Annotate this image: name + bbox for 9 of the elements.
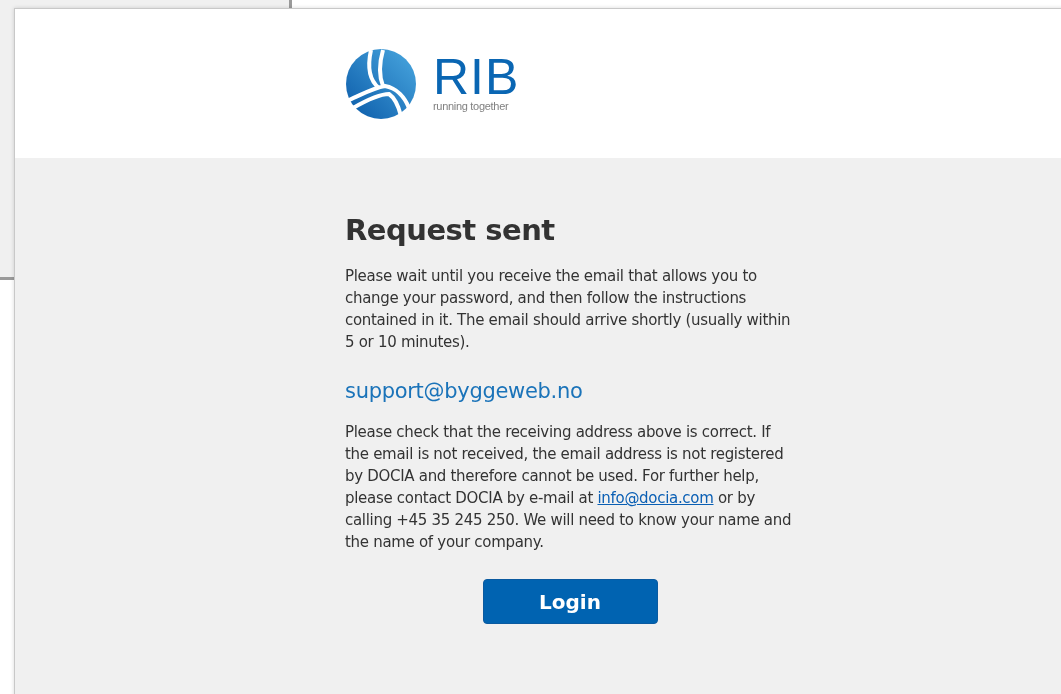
- email-link[interactable]: info@docia.com: [597, 489, 714, 507]
- page-title: Request sent: [345, 213, 556, 247]
- brand-tagline: running together: [433, 100, 510, 112]
- email-address: support@byggeweb.no: [345, 379, 584, 403]
- intro-text: Please wait until you receive the email that allows you to change your password, and then follow the instructions contained in it. The email should arrive shortly (usually within 5 or 10 minutes).: [345, 266, 792, 353]
- globe-logo-icon: [345, 47, 417, 120]
- help-text: Please check that the receiving address above is correct. If the email is not received, the email address is not registered by DOCIA and therefore cannot be used. For further help, please contact DOCIA by e-mail at info@docia.com or by calling +45 35 245 250. We will need to know your name and the name of your company.: [345, 422, 793, 553]
- login-button[interactable]: Login: [482, 579, 658, 624]
- brand-name: RIB: [433, 55, 520, 99]
